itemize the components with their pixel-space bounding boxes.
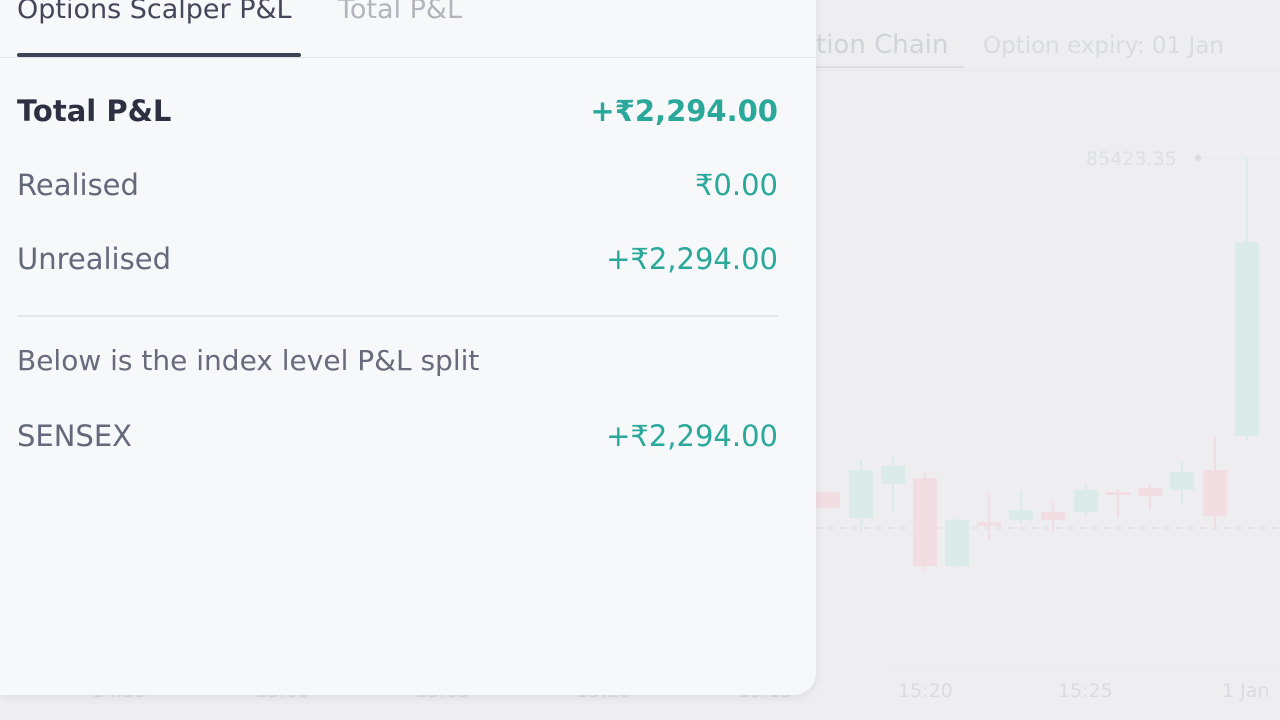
pnl-panel: Options Scalper P&L Total P&L Total P&L … [0, 0, 816, 695]
index-pnl-row: SENSEX +₹2,294.00 [17, 419, 778, 453]
index-split-note: Below is the index level P&L split [17, 344, 480, 377]
total-pnl-value: +₹2,294.00 [590, 94, 778, 128]
section-divider [17, 315, 778, 317]
realised-value: ₹0.00 [694, 168, 778, 202]
unrealised-label: Unrealised [17, 242, 171, 276]
tab-options-scalper-pnl[interactable]: Options Scalper P&L [17, 0, 292, 25]
unrealised-pnl-row: Unrealised +₹2,294.00 [17, 242, 778, 276]
active-tab-indicator [17, 53, 301, 57]
realised-pnl-row: Realised ₹0.00 [17, 168, 778, 202]
total-pnl-label: Total P&L [17, 94, 172, 128]
tab-total-pnl[interactable]: Total P&L [338, 0, 462, 25]
unrealised-value: +₹2,294.00 [606, 242, 778, 276]
total-pnl-row: Total P&L +₹2,294.00 [17, 94, 778, 128]
realised-label: Realised [17, 168, 139, 202]
index-label: SENSEX [17, 419, 133, 453]
pnl-tabs: Options Scalper P&L Total P&L [0, 0, 816, 58]
index-pnl-value: +₹2,294.00 [606, 419, 778, 453]
